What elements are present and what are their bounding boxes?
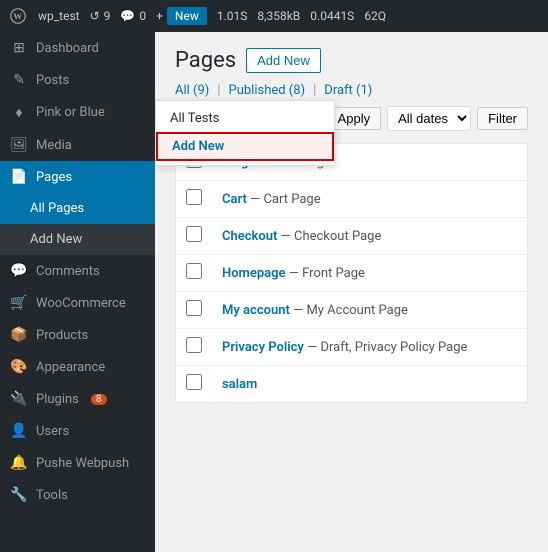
sidebar-item-label: Tools [36, 488, 68, 503]
pages-submenu: All Pages Add New [0, 193, 155, 255]
queries-metric: 62Q [364, 9, 386, 23]
page-desc: — My Account Page [293, 303, 408, 318]
page-checkbox[interactable] [186, 300, 202, 316]
sidebar-item-woocommerce[interactable]: 🛒 WooCommerce [0, 287, 155, 319]
sidebar-item-label: Pushe Webpush [36, 456, 129, 471]
all-pages-label: All Pages [30, 201, 84, 216]
sidebar-item-label: WooCommerce [36, 296, 126, 311]
sidebar-item-appearance[interactable]: 🎨 Appearance [0, 351, 155, 383]
sidebar-item-label: Comments [36, 264, 100, 279]
add-new-label: Add New [30, 232, 82, 247]
sidebar-item-add-new[interactable]: Add New [0, 224, 155, 255]
sidebar-item-label: Plugins [36, 392, 79, 407]
sidebar-item-label: Pages [36, 170, 72, 185]
sidebar-item-label: Users [36, 424, 69, 439]
sidebar-item-products[interactable]: 📦 Products [0, 319, 155, 351]
page-checkbox[interactable] [186, 263, 202, 279]
woocommerce-icon: 🛒 [10, 295, 28, 311]
comments-icon: 💬 [10, 263, 28, 279]
sidebar-item-posts[interactable]: ✎ Posts [0, 64, 155, 96]
table-row: Checkout — Checkout Page [176, 218, 527, 255]
page-title-link[interactable]: Homepage [222, 266, 286, 281]
page-title-link[interactable]: Cart [222, 192, 247, 207]
table-row: Privacy Policy — Draft, Privacy Policy P… [176, 329, 527, 366]
sidebar-item-label: Posts [36, 73, 69, 88]
page-header: Pages Add New [175, 48, 528, 73]
sidebar: ⊞ Dashboard ✎ Posts ♦ Pink or Blue 🖼 Med… [0, 32, 155, 552]
sidebar-item-label: Dashboard [36, 41, 99, 56]
pages-icon: 📄 [10, 169, 28, 185]
page-desc: — Cart Page [250, 192, 321, 207]
page-title: Pages [175, 48, 236, 73]
plugin-icon: ♦ [10, 104, 28, 121]
page-checkbox[interactable] [186, 337, 202, 353]
add-new-header-button[interactable]: Add New [246, 48, 321, 73]
plugins-badge: 8 [91, 394, 107, 405]
sidebar-item-label: Media [36, 138, 72, 153]
table-row: Cart — Cart Page [176, 181, 527, 218]
page-title-link[interactable]: Privacy Policy [222, 340, 304, 355]
sidebar-item-comments[interactable]: 💬 Comments [0, 255, 155, 287]
all-dates-select[interactable]: All dates [387, 106, 471, 131]
sidebar-item-label: Pink or Blue [36, 105, 105, 120]
page-checkbox[interactable] [186, 226, 202, 242]
sidebar-item-plugins[interactable]: 🔌 Plugins 8 [0, 383, 155, 415]
pages-table: Blog — Posts Page Cart — Cart Page Check… [176, 144, 527, 402]
filter-button[interactable]: Filter [477, 107, 528, 130]
sidebar-item-dashboard[interactable]: ⊞ Dashboard [0, 32, 155, 64]
dropdown-overlay: All Tests Add New [155, 100, 335, 166]
content-area: Pages Add New All (9) | Published (8) | … [155, 32, 548, 552]
sidebar-item-pushe-webpush[interactable]: 🔔 Pushe Webpush [0, 447, 155, 479]
wp-logo[interactable]: W [8, 6, 28, 26]
media-icon: 🖼 [10, 137, 28, 153]
tools-icon: 🔧 [10, 487, 28, 503]
new-button[interactable]: + New [156, 7, 207, 25]
sidebar-item-pink-or-blue[interactable]: ♦ Pink or Blue [0, 96, 155, 129]
main-layout: ⊞ Dashboard ✎ Posts ♦ Pink or Blue 🖼 Med… [0, 32, 548, 552]
sidebar-item-label: Products [36, 328, 88, 343]
dropdown-add-new[interactable]: Add New [156, 132, 334, 161]
page-title-link[interactable]: Checkout [222, 229, 277, 244]
appearance-icon: 🎨 [10, 359, 28, 375]
pushe-icon: 🔔 [10, 455, 28, 471]
posts-icon: ✎ [10, 72, 28, 88]
sidebar-item-tools[interactable]: 🔧 Tools [0, 479, 155, 511]
dashboard-icon: ⊞ [10, 40, 28, 56]
table-row: My account — My Account Page [176, 292, 527, 329]
table-row: Homepage — Front Page [176, 255, 527, 292]
site-name[interactable]: wp_test [38, 9, 80, 23]
comments-count[interactable]: 💬 0 [120, 9, 146, 23]
users-icon: 👤 [10, 423, 28, 439]
page-desc: — Draft, Privacy Policy Page [307, 340, 467, 355]
query-time-metric: 0.0441S [310, 9, 354, 23]
sidebar-item-users[interactable]: 👤 Users [0, 415, 155, 447]
updates-count[interactable]: ↺ 9 [90, 9, 111, 23]
page-checkbox[interactable] [186, 374, 202, 390]
sidebar-item-label: Appearance [36, 360, 105, 375]
sidebar-item-pages[interactable]: 📄 Pages [0, 161, 155, 193]
plugins-icon: 🔌 [10, 391, 28, 407]
table-row: salam [176, 366, 527, 403]
filter-draft-link[interactable]: Draft (1) [324, 83, 372, 98]
pages-container: Blog — Posts Page Cart — Cart Page Check… [175, 143, 528, 403]
memory-metric: 8,358kB [257, 9, 300, 23]
sidebar-item-media[interactable]: 🖼 Media [0, 129, 155, 161]
svg-text:W: W [13, 11, 22, 21]
filter-published-link[interactable]: Published (8) [229, 83, 306, 98]
page-desc: — Checkout Page [281, 229, 382, 244]
page-title-link[interactable]: My account [222, 303, 290, 318]
filter-all-link[interactable]: All (9) [175, 83, 209, 98]
page-title-link[interactable]: salam [222, 377, 257, 392]
admin-bar: W wp_test ↺ 9 💬 0 + New 1.01S 8,358kB 0.… [0, 0, 548, 32]
sidebar-item-all-pages[interactable]: All Pages [0, 193, 155, 224]
performance-metric: 1.01S [217, 9, 248, 23]
products-icon: 📦 [10, 327, 28, 343]
page-desc: — Front Page [289, 266, 365, 281]
dropdown-all-tests[interactable]: All Tests [156, 105, 334, 132]
page-checkbox[interactable] [186, 189, 202, 205]
